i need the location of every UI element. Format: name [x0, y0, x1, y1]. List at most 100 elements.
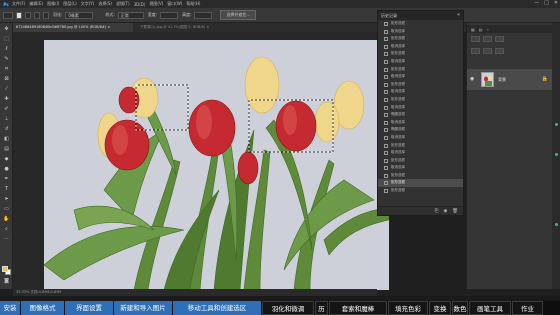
- minimize-icon[interactable]: —: [534, 0, 539, 6]
- quick-select-tool-icon[interactable]: ✎: [3, 56, 10, 62]
- style-select[interactable]: 正常: [117, 11, 144, 19]
- channels-tab-icon[interactable]: ▤: [479, 27, 483, 32]
- history-brush-tool-icon[interactable]: ↺: [3, 126, 10, 132]
- foreground-color-swatch[interactable]: [2, 266, 8, 272]
- quick-mask-icon[interactable]: ◙: [3, 278, 10, 284]
- history-state-item[interactable]: 取消选择: [378, 134, 463, 142]
- menu-file[interactable]: 文件(F): [12, 1, 25, 7]
- layers-tab-icon[interactable]: ▦: [471, 27, 475, 32]
- course-chapter-button[interactable]: 画笔工具: [469, 301, 511, 315]
- history-state-item[interactable]: 取消选择: [378, 119, 463, 127]
- gradient-tool-icon[interactable]: ▤: [3, 146, 10, 152]
- history-state-item[interactable]: 取消选择: [378, 164, 463, 172]
- history-state-item[interactable]: 矩形选框: [378, 172, 463, 180]
- lasso-tool-icon[interactable]: ℓ: [3, 46, 10, 52]
- add-selection-icon[interactable]: [25, 11, 31, 19]
- delete-state-icon[interactable]: 🗑: [452, 209, 458, 214]
- layer-kind-filter[interactable]: [471, 36, 480, 42]
- type-tool-icon[interactable]: T: [3, 186, 10, 192]
- history-state-item[interactable]: 矩形选框: [378, 96, 463, 104]
- blend-mode-select[interactable]: [483, 36, 492, 42]
- course-chapter-button[interactable]: 新建和导入图片: [114, 301, 172, 315]
- marquee-tool-icon[interactable]: ⬚: [3, 36, 10, 42]
- lock-position-icon[interactable]: [483, 48, 492, 54]
- clone-stamp-tool-icon[interactable]: ⊥: [3, 116, 10, 122]
- select-and-mask-button[interactable]: 选择并遮住...: [220, 10, 257, 20]
- history-state-item[interactable]: 矩形选框: [378, 157, 463, 165]
- fill-field[interactable]: [495, 48, 504, 54]
- course-chapter-button[interactable]: 填充色彩: [388, 301, 428, 315]
- history-state-item[interactable]: 取消选择: [378, 88, 463, 96]
- course-chapter-button[interactable]: 羽化和微调: [262, 301, 314, 315]
- course-chapter-button[interactable]: 套索和魔棒: [329, 301, 387, 315]
- history-state-item[interactable]: 取消选择: [378, 73, 463, 81]
- menu-select[interactable]: 选择(S): [98, 1, 112, 7]
- history-state-item[interactable]: 取消选择: [378, 104, 463, 112]
- menu-3d[interactable]: 3D(D): [134, 2, 146, 7]
- lock-pixels-icon[interactable]: [471, 48, 480, 54]
- layer-name[interactable]: 背景: [498, 69, 506, 90]
- move-tool-icon[interactable]: ✥: [3, 26, 10, 32]
- menu-image[interactable]: 图像(I): [47, 1, 59, 7]
- collapse-panel-icon[interactable]: «: [457, 11, 460, 20]
- history-state-item[interactable]: 矩形选框: [378, 20, 463, 28]
- history-state-item[interactable]: 取消选择: [378, 149, 463, 157]
- history-state-item[interactable]: 椭圆选框: [378, 111, 463, 119]
- frame-tool-icon[interactable]: ⊠: [3, 76, 10, 82]
- opacity-field[interactable]: [495, 36, 504, 42]
- history-state-item[interactable]: 椭圆选框: [378, 126, 463, 134]
- hand-tool-icon[interactable]: ✋: [3, 216, 10, 222]
- history-state-item[interactable]: 矩形选框: [378, 179, 463, 188]
- course-chapter-button[interactable]: 历: [315, 301, 328, 315]
- healing-brush-tool-icon[interactable]: ✚: [3, 96, 10, 102]
- tab-document-active[interactable]: 872468489180640b3df8780.jpg @ 100% (RGB/…: [13, 23, 133, 32]
- zoom-tool-icon[interactable]: ⌕: [3, 226, 10, 232]
- intersect-selection-icon[interactable]: [43, 11, 49, 19]
- layer-row-background[interactable]: ◉ 背景 🔒: [467, 69, 552, 90]
- history-state-item[interactable]: 矩形选框: [378, 187, 463, 195]
- menu-filter[interactable]: 滤镜(T): [116, 1, 130, 7]
- history-state-item[interactable]: 矩形选框: [378, 50, 463, 58]
- new-document-from-state-icon[interactable]: ⎘: [435, 208, 439, 214]
- menu-help[interactable]: 帮助(H): [186, 1, 200, 7]
- history-state-item[interactable]: 矩形选框: [378, 81, 463, 89]
- history-state-item[interactable]: 取消选择: [378, 28, 463, 36]
- history-state-item[interactable]: 矩形选框: [378, 35, 463, 43]
- marquee-tool-preset-icon[interactable]: [3, 11, 13, 19]
- course-chapter-button[interactable]: 界面设置: [65, 301, 113, 315]
- eraser-tool-icon[interactable]: ◧: [3, 136, 10, 142]
- height-input[interactable]: [194, 11, 213, 19]
- blur-tool-icon[interactable]: ◆: [3, 156, 10, 162]
- history-state-item[interactable]: 矩形选框: [378, 66, 463, 74]
- more-tools-icon[interactable]: ⋯: [3, 236, 10, 242]
- crop-tool-icon[interactable]: ⌗: [3, 66, 10, 72]
- feather-input[interactable]: 0像素: [65, 11, 94, 19]
- paths-tab-icon[interactable]: ⌁: [487, 27, 489, 32]
- tulip-photo[interactable]: [44, 40, 389, 290]
- maximize-icon[interactable]: □: [544, 0, 549, 6]
- subtract-selection-icon[interactable]: [34, 11, 40, 19]
- course-chapter-button[interactable]: 变换: [429, 301, 451, 315]
- menu-window[interactable]: 窗口(W): [167, 1, 182, 7]
- menu-edit[interactable]: 编辑(E): [29, 1, 43, 7]
- close-icon[interactable]: ✕: [554, 0, 558, 6]
- history-state-item[interactable]: 矩形选框: [378, 142, 463, 150]
- eyedropper-tool-icon[interactable]: ⁄: [3, 86, 10, 92]
- menu-view[interactable]: 视图(V): [149, 1, 163, 7]
- path-selection-tool-icon[interactable]: ➤: [3, 196, 10, 202]
- history-state-item[interactable]: 取消选择: [378, 43, 463, 51]
- menu-layer[interactable]: 图层(L): [63, 1, 76, 7]
- brush-tool-icon[interactable]: ✐: [3, 106, 10, 112]
- menu-type[interactable]: 文字(Y): [81, 1, 95, 7]
- rectangle-tool-icon[interactable]: ▭: [3, 206, 10, 212]
- tab-document-inactive[interactable]: 下载源(1).jpg @ 41.7%(图层 0, RGB/8) ×: [137, 23, 277, 32]
- new-selection-icon[interactable]: [16, 11, 22, 19]
- course-chapter-button[interactable]: 图像格式: [21, 301, 64, 315]
- history-state-item[interactable]: 取消选择: [378, 58, 463, 66]
- eye-icon[interactable]: ◉: [470, 76, 474, 82]
- pen-tool-icon[interactable]: ✒: [3, 176, 10, 182]
- course-chapter-button[interactable]: 作业: [512, 301, 543, 315]
- course-chapter-button[interactable]: 数色: [452, 301, 468, 315]
- snapshot-camera-icon[interactable]: ◉: [443, 209, 447, 214]
- course-chapter-button[interactable]: 安装: [0, 301, 20, 315]
